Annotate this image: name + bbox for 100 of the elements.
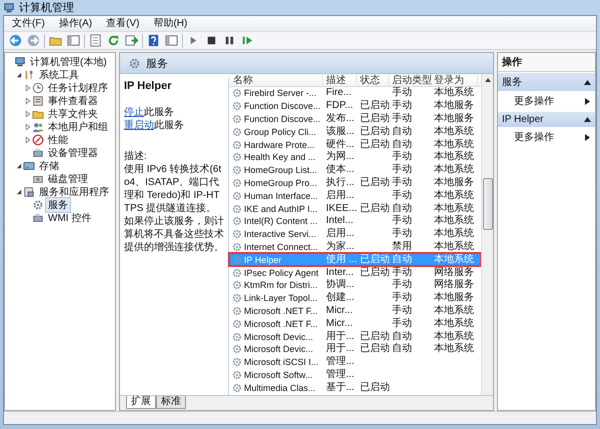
table-cell: FDP... bbox=[326, 100, 354, 112]
pane-icon[interactable] bbox=[164, 33, 179, 48]
expand-icon[interactable] bbox=[24, 122, 32, 130]
service-row[interactable]: Link-Layer Topol... 创建... 手动 本地服务 bbox=[229, 292, 481, 305]
table-cell: Microsoft Devic... bbox=[244, 343, 314, 356]
tree-item[interactable]: 服务和应用程序 bbox=[37, 184, 111, 198]
gear-icon bbox=[232, 140, 242, 150]
table-cell: Health Key and ... bbox=[244, 151, 316, 164]
window-title: 计算机管理 bbox=[19, 1, 74, 15]
table-cell: 使本... bbox=[326, 164, 354, 176]
collapse-icon[interactable] bbox=[584, 78, 591, 86]
service-row[interactable]: Microsoft iSCSI I... 管理... bbox=[229, 356, 481, 369]
table-cell: 自动 bbox=[392, 330, 412, 342]
table-cell: 手动 bbox=[392, 266, 412, 278]
table-cell: 发布... bbox=[326, 113, 354, 124]
table-cell: 手动 bbox=[392, 279, 412, 290]
computer-icon bbox=[3, 2, 15, 14]
menu-item[interactable]: 文件(F) bbox=[6, 17, 51, 30]
expand-icon[interactable] bbox=[24, 96, 32, 104]
tree-item[interactable]: 系统工具 bbox=[37, 68, 81, 82]
storage-icon bbox=[23, 160, 35, 172]
table-cell: HomeGroup List... bbox=[244, 164, 318, 176]
action-item[interactable]: 更多操作 bbox=[498, 91, 595, 111]
gear-icon bbox=[232, 306, 242, 316]
gear-icon bbox=[232, 344, 242, 354]
table-cell: 管理... bbox=[326, 356, 354, 368]
log-icon bbox=[32, 94, 44, 106]
pane-icon[interactable] bbox=[66, 33, 81, 48]
column-header[interactable]: 启动类型 bbox=[389, 75, 431, 87]
expand-icon[interactable] bbox=[24, 110, 32, 118]
tree-item[interactable]: 本地用户和组 bbox=[46, 120, 110, 134]
submenu-arrow-icon bbox=[584, 98, 591, 104]
table-cell: 自动 bbox=[392, 138, 412, 150]
menu-item[interactable]: 查看(V) bbox=[100, 17, 146, 30]
column-header[interactable]: 描述 bbox=[323, 75, 357, 87]
column-header[interactable]: 名称 bbox=[230, 75, 323, 87]
action-section[interactable]: 服务 bbox=[498, 73, 595, 91]
tree-item[interactable]: 设备管理器 bbox=[46, 146, 100, 160]
device-icon bbox=[32, 212, 44, 224]
forward-icon[interactable] bbox=[26, 33, 41, 48]
collapse-icon[interactable] bbox=[15, 70, 23, 78]
table-cell: 网络服务 bbox=[434, 266, 474, 278]
service-row[interactable]: Microsoft Softw... 管理... bbox=[229, 368, 481, 382]
gear-icon bbox=[232, 204, 242, 214]
scrollbar[interactable] bbox=[481, 74, 493, 395]
table-cell: 自动 bbox=[392, 126, 412, 137]
collapse-icon[interactable] bbox=[15, 188, 23, 196]
action-item[interactable]: 更多操作 bbox=[498, 127, 595, 147]
service-icon bbox=[32, 198, 44, 210]
tree-item[interactable]: 事件查看器 bbox=[46, 94, 100, 108]
tree-item[interactable]: 性能 bbox=[46, 132, 70, 146]
tree-item[interactable]: WMI 控件 bbox=[46, 210, 94, 224]
table-cell: Microsoft iSCSI I... bbox=[244, 356, 319, 368]
table-cell: 基于... bbox=[326, 382, 354, 393]
action-link[interactable]: 停止 bbox=[124, 107, 144, 118]
collapse-icon[interactable] bbox=[584, 116, 591, 123]
table-cell: 本地服务 bbox=[434, 176, 474, 188]
clock-icon bbox=[32, 82, 44, 94]
export-icon[interactable] bbox=[124, 33, 139, 48]
gear-icon bbox=[232, 165, 242, 176]
menu-item[interactable]: 操作(A) bbox=[52, 17, 98, 30]
tree-item[interactable]: 计算机管理(本地) bbox=[28, 54, 109, 68]
table-cell: 用于... bbox=[326, 343, 354, 354]
service-action: 停止此服务 bbox=[124, 106, 175, 119]
gear-icon bbox=[232, 254, 242, 265]
service-name: IP Helper bbox=[124, 80, 172, 92]
tree-item[interactable]: 存储 bbox=[37, 158, 61, 172]
help-icon[interactable] bbox=[146, 33, 161, 48]
view-tab[interactable]: 标准 bbox=[156, 396, 186, 409]
action-section[interactable]: IP Helper bbox=[498, 112, 595, 127]
back-icon[interactable] bbox=[8, 33, 23, 48]
table-cell: Inter... bbox=[326, 266, 354, 278]
service-row[interactable]: KtmRm for Distri... 协调... 手动 网络服务 bbox=[229, 278, 481, 292]
sheet-icon[interactable] bbox=[88, 33, 103, 48]
column-header[interactable]: 登录为 bbox=[431, 75, 478, 87]
menu-item[interactable]: 帮助(H) bbox=[147, 17, 194, 30]
scroll-up-icon[interactable] bbox=[484, 76, 492, 84]
gear-icon bbox=[232, 229, 242, 240]
table-cell: 自动 bbox=[392, 254, 412, 265]
table-cell: Intel(R) Content ... bbox=[244, 215, 318, 228]
view-tab[interactable]: 扩展 bbox=[126, 396, 156, 409]
tree-item[interactable]: 任务计划程序 bbox=[46, 80, 110, 94]
expand-icon[interactable] bbox=[24, 136, 32, 144]
table-cell: 本地服务 bbox=[434, 113, 474, 124]
gear-icon bbox=[232, 152, 242, 162]
gear-icon bbox=[232, 318, 242, 329]
table-cell: Micr... bbox=[326, 318, 353, 329]
scroll-thumb[interactable] bbox=[482, 178, 492, 230]
table-cell: 使用 ... bbox=[326, 254, 357, 265]
refresh-icon[interactable] bbox=[106, 33, 121, 48]
action-link[interactable]: 重启动 bbox=[124, 120, 154, 131]
tree-item[interactable]: 磁盘管理 bbox=[46, 172, 90, 186]
tree-item[interactable]: 共享文件夹 bbox=[46, 106, 100, 120]
tree-item[interactable]: 服务 bbox=[46, 198, 70, 212]
gear-icon bbox=[232, 293, 242, 304]
expand-icon[interactable] bbox=[24, 84, 32, 92]
table-cell: 本地服务 bbox=[434, 292, 474, 304]
column-header[interactable]: 状态 bbox=[357, 75, 389, 87]
gear-icon bbox=[232, 268, 242, 278]
collapse-icon[interactable] bbox=[15, 162, 23, 170]
